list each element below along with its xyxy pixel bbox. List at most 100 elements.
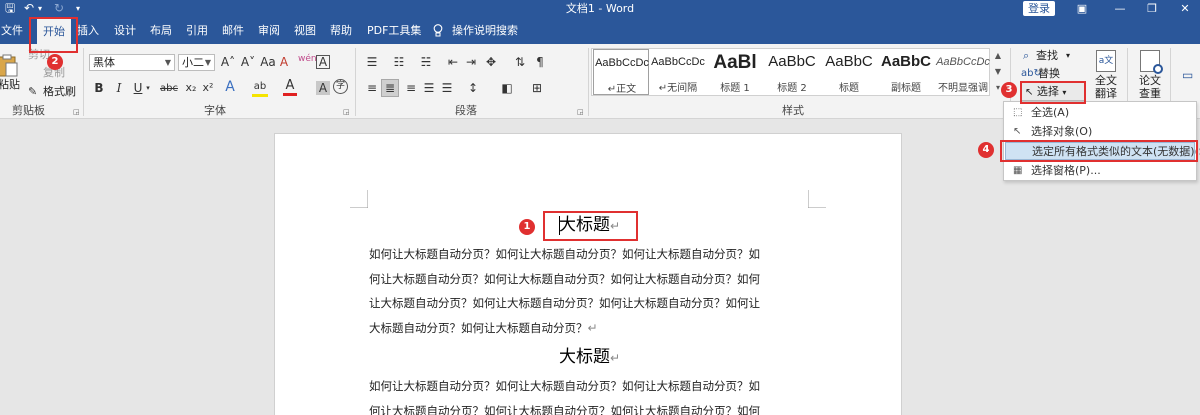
search-icon[interactable]: ⌕ [1023, 49, 1029, 63]
format-painter-icon[interactable]: ✎ [28, 85, 37, 99]
bold-icon[interactable]: B [93, 81, 105, 95]
shading-icon[interactable]: ◧ [500, 81, 514, 95]
tab-review[interactable]: 审阅 [258, 17, 280, 44]
menu-item-select-all[interactable]: ⬚ 全选(A) [1005, 104, 1195, 122]
comment-icon[interactable]: ▭ [1182, 68, 1193, 82]
highlight-color-icon[interactable]: ab [252, 80, 268, 97]
full-text-translate-button[interactable]: a文 全文 翻译 [1092, 50, 1120, 100]
find-button[interactable]: 查找 [1036, 49, 1058, 63]
style-preview: AaBbC [768, 53, 816, 70]
annotation-box-home-tab [29, 17, 78, 53]
ribbon-display-options-icon[interactable]: ▣ [1067, 0, 1097, 17]
crop-mark-top-left [350, 190, 368, 208]
chinese-layout-icon[interactable]: ✥ [484, 55, 498, 69]
translate-label-line1: 全文 [1095, 74, 1117, 87]
annotation-badge-1: 1 [519, 219, 535, 235]
heading-2[interactable]: 大标题↵ [559, 346, 620, 369]
menu-item-label: 全选(A) [1031, 106, 1070, 119]
tab-help[interactable]: 帮助 [330, 17, 352, 44]
style-title[interactable]: AaBbC 标题 [821, 49, 877, 95]
chevron-down-icon[interactable]: ▾ [144, 81, 152, 95]
bullets-icon[interactable]: ☰ [365, 55, 379, 69]
style-no-spacing[interactable]: AaBbCcDc ↵无间隔 [650, 49, 706, 95]
change-case-icon[interactable]: Aa [260, 55, 276, 69]
menu-item-label: 选择窗格(P)... [1031, 164, 1101, 177]
format-painter-button[interactable]: 格式刷 [43, 85, 76, 99]
clear-formatting-icon[interactable]: A [277, 55, 291, 69]
style-heading-2[interactable]: AaBbC 标题 2 [764, 49, 820, 95]
phonetic-guide-icon[interactable]: wén [298, 52, 317, 66]
increase-indent-icon[interactable]: ⇥ [464, 55, 478, 69]
maximize-icon[interactable]: ❐ [1137, 0, 1167, 17]
lightbulb-icon [433, 24, 443, 37]
character-border-icon[interactable]: A [316, 55, 330, 69]
paragraph-dialog-launcher-icon[interactable]: ◲ [577, 108, 584, 116]
close-icon[interactable]: ✕ [1170, 0, 1200, 17]
font-dialog-launcher-icon[interactable]: ◲ [343, 108, 350, 116]
menu-item-select-objects[interactable]: ↖ 选择对象(O) [1005, 123, 1195, 141]
tab-file[interactable]: 文件 [1, 17, 23, 44]
annotation-box-select-button [1020, 81, 1086, 104]
chevron-down-icon[interactable]: ▾ [1066, 49, 1070, 63]
tab-mailings[interactable]: 邮件 [222, 17, 244, 44]
style-heading-1[interactable]: AaBl 标题 1 [707, 49, 763, 95]
tab-design[interactable]: 设计 [114, 17, 136, 44]
chevron-down-icon[interactable]: ▼ [992, 64, 1004, 80]
show-marks-icon[interactable]: ¶ [533, 55, 547, 69]
minimize-icon[interactable]: — [1105, 0, 1135, 17]
grow-font-icon[interactable]: A˄ [220, 55, 236, 69]
replace-button[interactable]: 替换 [1038, 67, 1060, 81]
paste-button[interactable]: 粘贴 [0, 78, 20, 92]
font-group-label: 字体 [204, 104, 226, 117]
tell-me-search[interactable]: 操作说明搜索 [452, 17, 518, 44]
paragraph-group-label: 段落 [455, 104, 477, 117]
font-size-select[interactable]: 小二 ▼ [178, 54, 215, 71]
strikethrough-icon[interactable]: abc [160, 82, 178, 96]
tab-insert[interactable]: 插入 [77, 17, 99, 44]
underline-icon[interactable]: U [132, 81, 144, 95]
align-center-icon[interactable]: ≣ [381, 79, 399, 97]
body-paragraph-2[interactable]: 如何让大标题自动分页？如何让大标题自动分页？如何让大标题自动分页？如 何让大标题… [369, 374, 814, 415]
window-title: 文档1 - Word [565, 2, 635, 15]
paste-icon[interactable] [0, 54, 18, 78]
paper-label-line2: 查重 [1139, 87, 1161, 100]
subscript-icon[interactable]: x₂ [184, 81, 198, 95]
font-color-icon[interactable]: A [283, 79, 297, 96]
multilevel-list-icon[interactable]: ☵ [419, 55, 433, 69]
style-preview: AaBbCcDc [651, 56, 705, 68]
tab-pdf-tools[interactable]: PDF工具集 [367, 17, 421, 44]
enclose-characters-icon[interactable]: 字 [333, 79, 348, 94]
clipboard-dialog-launcher-icon[interactable]: ◲ [73, 108, 80, 116]
align-left-icon[interactable]: ≡ [365, 81, 379, 95]
chevron-up-icon[interactable]: ▲ [992, 48, 1004, 64]
tab-layout[interactable]: 布局 [150, 17, 172, 44]
text-effects-icon[interactable]: A [223, 80, 237, 94]
justify-icon[interactable]: ☰ [422, 81, 436, 95]
style-normal[interactable]: AaBbCcDc ↵正文 [593, 49, 649, 95]
align-right-icon[interactable]: ≡ [404, 81, 418, 95]
style-preview: AaBbCcDc [595, 57, 649, 69]
decrease-indent-icon[interactable]: ⇤ [446, 55, 460, 69]
shrink-font-icon[interactable]: A˅ [240, 55, 256, 69]
font-name-select[interactable]: 黑体 ▼ [89, 54, 175, 71]
style-subtle-emphasis[interactable]: AaBbCcDc 不明显强调 [935, 49, 991, 95]
tab-view[interactable]: 视图 [294, 17, 316, 44]
character-shading-icon[interactable]: A [316, 81, 330, 95]
body-paragraph-1[interactable]: 如何让大标题自动分页？如何让大标题自动分页？如何让大标题自动分页？如 何让大标题… [369, 242, 814, 341]
styles-gallery: AaBbCcDc ↵正文 AaBbCcDc ↵无间隔 AaBl 标题 1 AaB… [591, 48, 990, 96]
sort-icon[interactable]: ⇅ [513, 55, 527, 69]
distributed-icon[interactable]: ☰ [440, 81, 454, 95]
login-button[interactable]: 登录 [1023, 1, 1055, 16]
style-preview: AaBbCcDc [936, 56, 990, 68]
borders-icon[interactable]: ⊞ [530, 81, 544, 95]
numbering-icon[interactable]: ☷ [392, 55, 406, 69]
text-line: 让大标题自动分页？如何让大标题自动分页？如何让大标题自动分页？如何让 [369, 296, 760, 311]
superscript-icon[interactable]: x² [201, 81, 215, 95]
paper-check-button[interactable]: 论文 查重 [1136, 50, 1164, 100]
menu-item-selection-pane[interactable]: ▦ 选择窗格(P)... [1005, 162, 1195, 180]
style-subtitle[interactable]: AaBbC 副标题 [878, 49, 934, 95]
styles-group-label: 样式 [782, 104, 804, 117]
italic-icon[interactable]: I [113, 81, 125, 95]
line-spacing-icon[interactable]: ↕ [466, 81, 480, 95]
tab-references[interactable]: 引用 [186, 17, 208, 44]
